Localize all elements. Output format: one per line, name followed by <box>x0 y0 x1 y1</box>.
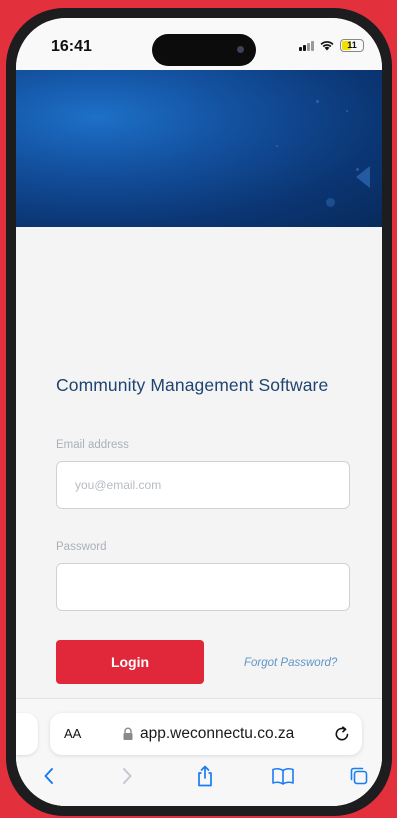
password-label: Password <box>56 541 107 553</box>
email-field[interactable] <box>56 461 350 509</box>
dynamic-island <box>152 34 256 66</box>
previous-tab-peek[interactable] <box>16 713 38 755</box>
browser-toolbar <box>16 761 382 797</box>
status-bar: 16:41 11 <box>16 18 382 70</box>
tabs-button[interactable] <box>344 761 374 791</box>
reload-icon[interactable] <box>332 724 352 744</box>
wifi-icon <box>320 41 334 51</box>
back-button[interactable] <box>34 761 64 791</box>
browser-bar: AA app.weconnectu.co.za <box>16 698 382 806</box>
header-banner <box>16 70 382 227</box>
reader-options-button[interactable]: AA <box>64 726 81 741</box>
phone-screen: 16:41 11 Community Management Software E… <box>16 18 382 806</box>
forgot-password-link[interactable]: Forgot Password? <box>244 657 337 669</box>
bookmarks-icon <box>272 768 294 785</box>
tabs-icon <box>350 767 368 785</box>
share-icon <box>198 765 212 787</box>
app-title: Community Management Software <box>56 375 329 395</box>
share-button[interactable] <box>190 761 220 791</box>
lock-icon <box>123 727 133 740</box>
login-button[interactable]: Login <box>56 640 204 684</box>
banner-decoration <box>356 166 370 188</box>
forward-button[interactable] <box>112 761 142 791</box>
status-time: 16:41 <box>51 38 92 55</box>
bookmarks-button[interactable] <box>268 761 298 791</box>
phone-frame: 16:41 11 Community Management Software E… <box>6 8 392 816</box>
url-text[interactable]: app.weconnectu.co.za <box>140 725 294 743</box>
camera-dot <box>237 46 244 53</box>
status-icons: 11 <box>299 37 364 53</box>
forward-icon <box>123 768 132 784</box>
signal-icon <box>299 40 314 51</box>
back-icon <box>44 768 53 784</box>
email-label: Email address <box>56 439 129 451</box>
battery-percent: 11 <box>347 40 357 50</box>
address-bar[interactable]: AA app.weconnectu.co.za <box>50 713 362 755</box>
battery-icon: 11 <box>340 38 364 52</box>
password-field[interactable] <box>56 563 350 611</box>
